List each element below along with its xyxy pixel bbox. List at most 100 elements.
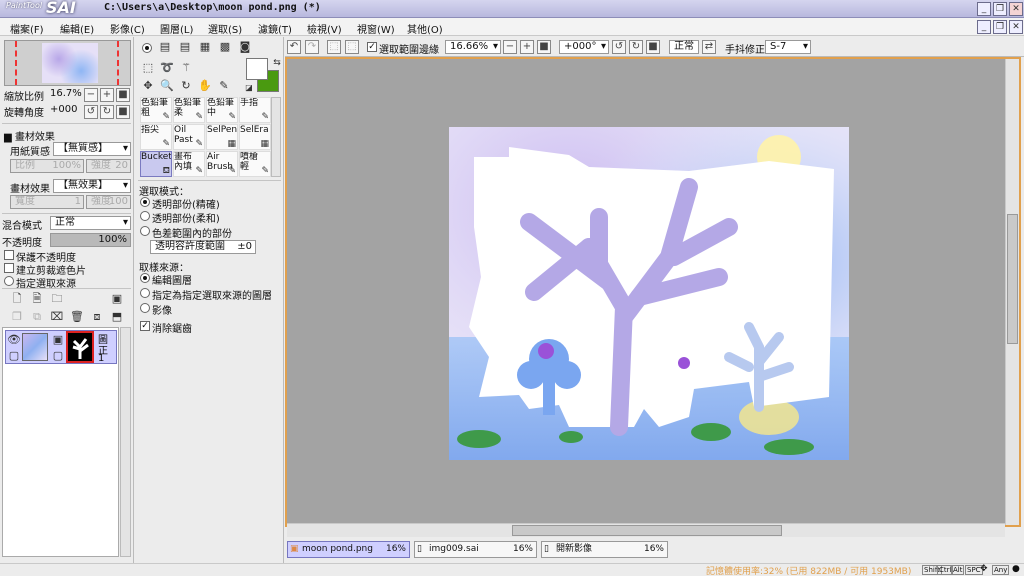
- tool-pencil-thick[interactable]: 色鉛筆粗 ✎: [140, 97, 172, 123]
- paper-strength-field[interactable]: 強度 20: [86, 159, 131, 173]
- foreground-color-swatch[interactable]: [246, 58, 268, 80]
- brush-shape-1-icon[interactable]: ▤: [158, 40, 172, 54]
- lasso-icon[interactable]: ➰: [160, 61, 174, 75]
- file-tab-img009[interactable]: ▯ img009.sai 16%: [414, 541, 537, 558]
- menu-view[interactable]: 檢視(V): [307, 21, 342, 36]
- undo-icon[interactable]: ↶: [287, 40, 301, 54]
- brush-shape-2-icon[interactable]: ▤: [178, 40, 192, 54]
- new-vector-layer-icon[interactable]: 🗎: [30, 292, 44, 306]
- artwork-canvas[interactable]: [449, 127, 849, 460]
- tool-selera[interactable]: SelEra ▦: [239, 124, 271, 150]
- vertical-scrollbar-thumb[interactable]: [1007, 214, 1018, 344]
- stabilizer-select[interactable]: S-7 ▾: [765, 40, 811, 54]
- clipping-checkbox[interactable]: [4, 263, 14, 273]
- horizontal-scrollbar[interactable]: [287, 523, 1005, 537]
- toolbar-blend-select[interactable]: 正常: [669, 40, 699, 54]
- effect-strength-field[interactable]: 強度 100: [86, 195, 131, 209]
- new-layer-icon[interactable]: 🗋: [10, 292, 24, 306]
- tool-airbrush-light[interactable]: 噴槍輕 ✎: [239, 151, 271, 177]
- tool-finger[interactable]: 手指 ✎: [239, 97, 271, 123]
- navigator-preview[interactable]: [4, 40, 131, 86]
- redo-icon[interactable]: ↷: [305, 40, 319, 54]
- maximize-button[interactable]: ❐: [993, 2, 1007, 16]
- blend-mode-select[interactable]: 正常 ▾: [50, 216, 131, 230]
- toolbar-zoom-out-button[interactable]: −: [503, 40, 517, 54]
- tool-selpen[interactable]: SelPen ▦: [206, 124, 238, 150]
- toolbar-rotate-right-button[interactable]: ↻: [629, 40, 643, 54]
- layer-mask-icon[interactable]: ▣: [110, 292, 124, 306]
- tool-bucket[interactable]: Bucket ⛾: [140, 151, 172, 177]
- tool-airbrush[interactable]: Air Brush ✎: [206, 151, 238, 177]
- merge-down-icon[interactable]: ⧉: [30, 310, 44, 324]
- flatten-icon[interactable]: ⬒: [110, 310, 124, 324]
- minimize-button[interactable]: _: [977, 2, 991, 16]
- source-image-radio[interactable]: [140, 303, 150, 313]
- clip-icon[interactable]: ▣: [51, 333, 65, 347]
- source-specified-layer-radio[interactable]: [140, 288, 150, 298]
- zoom-icon[interactable]: 🔍: [160, 79, 174, 93]
- menu-other[interactable]: 其他(O): [407, 21, 443, 36]
- source-editing-layer-radio[interactable]: [140, 273, 150, 283]
- paper-texture-select[interactable]: 【無質感】 ▾: [53, 142, 131, 156]
- show-selection-checkbox[interactable]: ✓: [367, 42, 377, 52]
- toolbar-zoom-in-button[interactable]: +: [520, 40, 534, 54]
- tool-oil-pastel[interactable]: Oil Past ✎: [173, 124, 205, 150]
- effect-width-field[interactable]: 寬度 1: [10, 195, 84, 209]
- copy-layer-icon[interactable]: ❐: [10, 310, 24, 324]
- opacity-slider[interactable]: 100%: [50, 233, 131, 247]
- rect-select-icon[interactable]: ⬚: [141, 61, 155, 75]
- doc-minimize-button[interactable]: _: [977, 20, 991, 34]
- menu-file[interactable]: 檔案(F): [10, 21, 44, 36]
- tool-fingertip[interactable]: 指尖 ✎: [140, 124, 172, 150]
- tool-pencil-soft[interactable]: 色鉛筆柔 ✎: [173, 97, 205, 123]
- angle-select[interactable]: +000° ▾: [559, 40, 609, 54]
- mode-color-range-radio[interactable]: [140, 226, 150, 236]
- vertical-scrollbar[interactable]: [1005, 59, 1019, 525]
- eyedropper-icon[interactable]: ✎: [217, 79, 231, 93]
- tolerance-field[interactable]: 透明容許度範圍 ±0: [150, 240, 256, 254]
- tool-canvas-fill[interactable]: 畫布 內填 ✎: [173, 151, 205, 177]
- rotate-reset-button[interactable]: ■: [116, 105, 130, 119]
- file-tab-moon-pond[interactable]: ▣ moon pond.png 16%: [287, 541, 410, 558]
- menu-select[interactable]: 選取(S): [208, 21, 242, 36]
- trash-icon[interactable]: 🗑: [70, 310, 84, 324]
- tool-pencil-medium[interactable]: 色鉛筆中 ✎: [206, 97, 238, 123]
- zoom-in-button[interactable]: +: [100, 88, 114, 102]
- mode-transparent-exact-radio[interactable]: [140, 197, 150, 207]
- canvas-area[interactable]: [285, 57, 1021, 527]
- mask-link-icon[interactable]: ▢: [51, 349, 65, 363]
- preserve-opacity-checkbox[interactable]: [4, 250, 14, 260]
- mode-transparent-soft-radio[interactable]: [140, 211, 150, 221]
- rotate-right-button[interactable]: ↻: [100, 105, 114, 119]
- close-button[interactable]: ✕: [1009, 2, 1023, 16]
- rotate-left-button[interactable]: ↺: [84, 105, 98, 119]
- paper-scale-field[interactable]: 比例 100%: [10, 159, 84, 173]
- brush-shape-5-icon[interactable]: ◙: [238, 40, 252, 54]
- layer-row[interactable]: 👁 ▢ ▣ ▢ 圖 正 1: [5, 330, 117, 364]
- zoom-select[interactable]: 16.66% ▾: [445, 40, 501, 54]
- swap-colors-icon[interactable]: ⇆: [270, 56, 284, 70]
- hand-icon[interactable]: ✋: [198, 79, 212, 93]
- doc-close-button[interactable]: ✕: [1009, 20, 1023, 34]
- magic-wand-icon[interactable]: ⚚: [179, 61, 193, 75]
- menu-image[interactable]: 影像(C): [110, 21, 145, 36]
- zoom-reset-button[interactable]: ■: [116, 88, 130, 102]
- deselect-icon[interactable]: ⬚: [327, 40, 341, 54]
- reset-colors-icon[interactable]: ◪: [242, 81, 256, 95]
- tool-grid-scrollbar[interactable]: [271, 97, 281, 177]
- toolbar-rotate-left-button[interactable]: ↺: [612, 40, 626, 54]
- menu-filter[interactable]: 濾鏡(T): [258, 21, 292, 36]
- flip-horizontal-icon[interactable]: ⇄: [702, 40, 716, 54]
- menu-layer[interactable]: 圖層(L): [160, 21, 193, 36]
- brush-shape-3-icon[interactable]: ▦: [198, 40, 212, 54]
- zoom-out-button[interactable]: −: [84, 88, 98, 102]
- antialias-checkbox[interactable]: ✓: [140, 321, 150, 331]
- rotate-icon[interactable]: ↻: [179, 79, 193, 93]
- menu-window[interactable]: 視窗(W): [357, 21, 395, 36]
- menu-edit[interactable]: 編輯(E): [60, 21, 94, 36]
- horizontal-scrollbar-thumb[interactable]: [512, 525, 782, 536]
- clear-layer-icon[interactable]: ⌧: [50, 310, 64, 324]
- layer-list-scrollbar[interactable]: [120, 327, 131, 557]
- toolbar-rotate-reset-button[interactable]: ■: [646, 40, 660, 54]
- doc-restore-button[interactable]: ❐: [993, 20, 1007, 34]
